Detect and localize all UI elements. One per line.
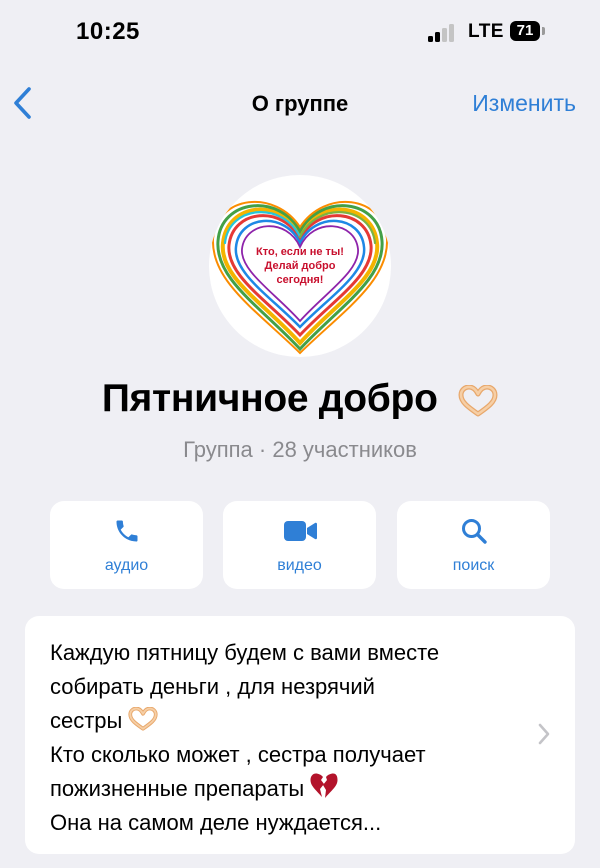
network-type: LTE — [468, 21, 504, 42]
group-description[interactable]: Каждую пятницу будем с вами вместе собир… — [25, 616, 575, 854]
avatar-caption: Кто, если не ты! Делай добро сегодня! — [256, 246, 344, 286]
edit-button[interactable]: Изменить — [472, 90, 576, 117]
description-text: Каждую пятницу будем с вами вместе собир… — [50, 636, 520, 840]
group-subtitle: Группа · 28 участников — [183, 437, 417, 462]
navigation-bar: О группе Изменить — [0, 72, 600, 136]
video-label: видео — [277, 557, 322, 574]
broken-heart-icon — [310, 773, 338, 798]
audio-label: аудио — [104, 557, 149, 574]
battery-cap — [542, 27, 545, 35]
description-line: Кто сколько может , сестра получает — [50, 742, 426, 767]
description-line: Каждую пятницу будем с вами вместе — [50, 640, 440, 665]
description-line: собирать деньги , для незрячий — [50, 674, 375, 699]
search-icon — [461, 519, 487, 544]
search-button[interactable]: поиск — [397, 501, 550, 589]
audio-call-button[interactable]: аудио — [50, 501, 203, 589]
search-label: поиск — [452, 557, 495, 574]
heart-hands-icon — [128, 707, 158, 731]
group-avatar[interactable]: Кто, если не ты! Делай добро сегодня! — [209, 175, 391, 357]
group-name: Пятничное добро — [101, 377, 438, 420]
description-line: Она на самом деле нуждается... — [50, 810, 382, 835]
video-call-button[interactable]: видео — [223, 501, 376, 589]
description-line-with-emoji: сестры — [50, 704, 520, 738]
status-bar: 10:25 LTE 71 — [0, 0, 600, 64]
battery-icon: 71 — [510, 21, 540, 41]
video-camera-icon — [283, 521, 317, 541]
cellular-signal-icon — [428, 22, 458, 42]
group-name-row: Пятничное добро — [0, 377, 600, 421]
status-time: 10:25 — [76, 18, 140, 45]
chevron-right-icon — [538, 723, 550, 745]
heart-hands-icon — [458, 384, 498, 417]
phone-icon — [116, 520, 137, 542]
description-line-with-emoji: пожизненные препараты — [50, 772, 520, 806]
